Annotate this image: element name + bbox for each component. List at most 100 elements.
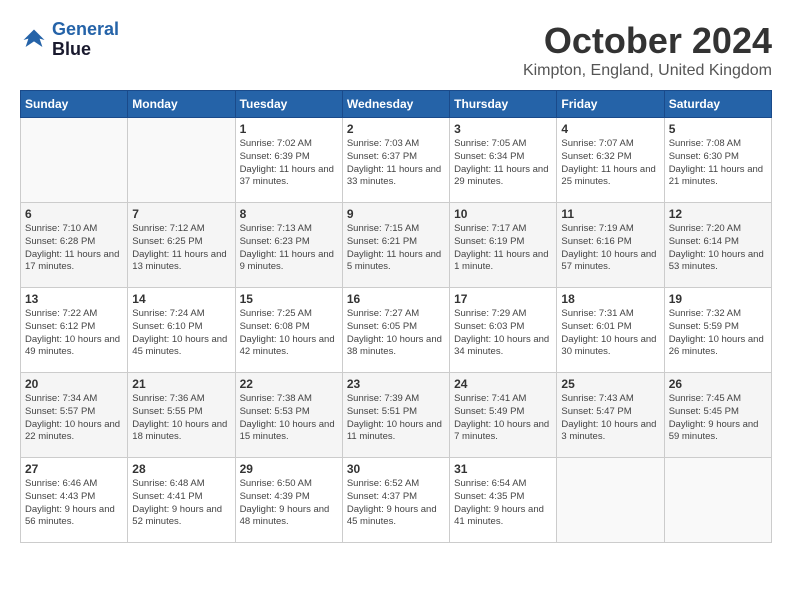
day-info: Sunrise: 7:27 AM Sunset: 6:05 PM Dayligh… bbox=[347, 308, 445, 359]
day-info: Sunrise: 6:52 AM Sunset: 4:37 PM Dayligh… bbox=[347, 478, 445, 529]
day-info: Sunrise: 7:15 AM Sunset: 6:21 PM Dayligh… bbox=[347, 223, 445, 274]
calendar-cell: 17Sunrise: 7:29 AM Sunset: 6:03 PM Dayli… bbox=[450, 288, 557, 373]
day-info: Sunrise: 7:17 AM Sunset: 6:19 PM Dayligh… bbox=[454, 223, 552, 274]
calendar-cell bbox=[557, 458, 664, 543]
day-number: 26 bbox=[669, 377, 767, 391]
calendar-cell: 21 Sunrise: 7:36 AM Sunset: 5:55 PM Dayli… bbox=[128, 373, 235, 458]
day-number: 23 bbox=[347, 377, 445, 391]
day-number: 21 bbox=[132, 377, 230, 391]
day-number: 4 bbox=[561, 122, 659, 136]
day-number: 29 bbox=[240, 462, 338, 476]
calendar-cell: 11Sunrise: 7:19 AM Sunset: 6:16 PM Dayli… bbox=[557, 203, 664, 288]
calendar-cell: 30 Sunrise: 6:52 AM Sunset: 4:37 PM Dayli… bbox=[342, 458, 449, 543]
calendar-cell: 26Sunrise: 7:45 AM Sunset: 5:45 PM Dayli… bbox=[664, 373, 771, 458]
calendar-cell bbox=[664, 458, 771, 543]
calendar-cell: 20 Sunrise: 7:34 AM Sunset: 5:57 PM Dayli… bbox=[21, 373, 128, 458]
day-info: Sunrise: 7:13 AM Sunset: 6:23 PM Dayligh… bbox=[240, 223, 338, 274]
calendar-week-row: 1 Sunrise: 7:02 AM Sunset: 6:39 PM Daylig… bbox=[21, 118, 772, 203]
day-number: 20 bbox=[25, 377, 123, 391]
calendar-cell: 23 Sunrise: 7:39 AM Sunset: 5:51 PM Dayli… bbox=[342, 373, 449, 458]
day-number: 16 bbox=[347, 292, 445, 306]
calendar-cell: 6Sunrise: 7:10 AM Sunset: 6:28 PM Daylig… bbox=[21, 203, 128, 288]
page-header: General Blue October 2024 Kimpton, Engla… bbox=[20, 20, 772, 80]
day-info: Sunrise: 7:24 AM Sunset: 6:10 PM Dayligh… bbox=[132, 308, 230, 359]
month-title: October 2024 bbox=[523, 20, 772, 62]
calendar-cell: 28 Sunrise: 6:48 AM Sunset: 4:41 PM Dayli… bbox=[128, 458, 235, 543]
day-number: 14 bbox=[132, 292, 230, 306]
calendar-cell: 14 Sunrise: 7:24 AM Sunset: 6:10 PM Dayli… bbox=[128, 288, 235, 373]
day-header: Thursday bbox=[450, 91, 557, 118]
calendar-week-row: 27Sunrise: 6:46 AM Sunset: 4:43 PM Dayli… bbox=[21, 458, 772, 543]
calendar-cell: 5 Sunrise: 7:08 AM Sunset: 6:30 PM Daylig… bbox=[664, 118, 771, 203]
calendar-cell: 3Sunrise: 7:05 AM Sunset: 6:34 PM Daylig… bbox=[450, 118, 557, 203]
day-info: Sunrise: 7:03 AM Sunset: 6:37 PM Dayligh… bbox=[347, 138, 445, 189]
calendar-cell: 27Sunrise: 6:46 AM Sunset: 4:43 PM Dayli… bbox=[21, 458, 128, 543]
day-info: Sunrise: 7:02 AM Sunset: 6:39 PM Dayligh… bbox=[240, 138, 338, 189]
calendar-cell: 25 Sunrise: 7:43 AM Sunset: 5:47 PM Dayli… bbox=[557, 373, 664, 458]
day-number: 30 bbox=[347, 462, 445, 476]
logo-text: General Blue bbox=[52, 20, 119, 60]
calendar-cell: 9 Sunrise: 7:15 AM Sunset: 6:21 PM Daylig… bbox=[342, 203, 449, 288]
day-info: Sunrise: 6:48 AM Sunset: 4:41 PM Dayligh… bbox=[132, 478, 230, 529]
calendar-cell: 13Sunrise: 7:22 AM Sunset: 6:12 PM Dayli… bbox=[21, 288, 128, 373]
day-number: 28 bbox=[132, 462, 230, 476]
day-info: Sunrise: 7:25 AM Sunset: 6:08 PM Dayligh… bbox=[240, 308, 338, 359]
day-info: Sunrise: 7:10 AM Sunset: 6:28 PM Dayligh… bbox=[25, 223, 123, 274]
logo: General Blue bbox=[20, 20, 119, 60]
day-header: Tuesday bbox=[235, 91, 342, 118]
day-number: 9 bbox=[347, 207, 445, 221]
calendar-week-row: 13Sunrise: 7:22 AM Sunset: 6:12 PM Dayli… bbox=[21, 288, 772, 373]
calendar-cell: 12 Sunrise: 7:20 AM Sunset: 6:14 PM Dayli… bbox=[664, 203, 771, 288]
day-info: Sunrise: 7:08 AM Sunset: 6:30 PM Dayligh… bbox=[669, 138, 767, 189]
calendar-table: SundayMondayTuesdayWednesdayThursdayFrid… bbox=[20, 90, 772, 543]
day-info: Sunrise: 7:34 AM Sunset: 5:57 PM Dayligh… bbox=[25, 393, 123, 444]
day-number: 31 bbox=[454, 462, 552, 476]
day-info: Sunrise: 7:07 AM Sunset: 6:32 PM Dayligh… bbox=[561, 138, 659, 189]
day-number: 8 bbox=[240, 207, 338, 221]
day-info: Sunrise: 7:05 AM Sunset: 6:34 PM Dayligh… bbox=[454, 138, 552, 189]
day-number: 5 bbox=[669, 122, 767, 136]
day-info: Sunrise: 7:20 AM Sunset: 6:14 PM Dayligh… bbox=[669, 223, 767, 274]
day-number: 12 bbox=[669, 207, 767, 221]
day-number: 1 bbox=[240, 122, 338, 136]
calendar-cell: 1 Sunrise: 7:02 AM Sunset: 6:39 PM Daylig… bbox=[235, 118, 342, 203]
day-header: Wednesday bbox=[342, 91, 449, 118]
day-number: 11 bbox=[561, 207, 659, 221]
calendar-cell: 15 Sunrise: 7:25 AM Sunset: 6:08 PM Dayli… bbox=[235, 288, 342, 373]
calendar-header-row: SundayMondayTuesdayWednesdayThursdayFrid… bbox=[21, 91, 772, 118]
day-header: Saturday bbox=[664, 91, 771, 118]
calendar-cell: 29 Sunrise: 6:50 AM Sunset: 4:39 PM Dayli… bbox=[235, 458, 342, 543]
day-number: 22 bbox=[240, 377, 338, 391]
calendar-cell: 10 Sunrise: 7:17 AM Sunset: 6:19 PM Dayli… bbox=[450, 203, 557, 288]
day-number: 27 bbox=[25, 462, 123, 476]
day-info: Sunrise: 7:36 AM Sunset: 5:55 PM Dayligh… bbox=[132, 393, 230, 444]
day-info: Sunrise: 7:38 AM Sunset: 5:53 PM Dayligh… bbox=[240, 393, 338, 444]
calendar-cell: 22 Sunrise: 7:38 AM Sunset: 5:53 PM Dayli… bbox=[235, 373, 342, 458]
day-info: Sunrise: 6:50 AM Sunset: 4:39 PM Dayligh… bbox=[240, 478, 338, 529]
day-info: Sunrise: 7:32 AM Sunset: 5:59 PM Dayligh… bbox=[669, 308, 767, 359]
day-info: Sunrise: 7:31 AM Sunset: 6:01 PM Dayligh… bbox=[561, 308, 659, 359]
day-number: 25 bbox=[561, 377, 659, 391]
day-number: 24 bbox=[454, 377, 552, 391]
calendar-cell: 7Sunrise: 7:12 AM Sunset: 6:25 PM Daylig… bbox=[128, 203, 235, 288]
day-header: Sunday bbox=[21, 91, 128, 118]
title-block: October 2024 Kimpton, England, United Ki… bbox=[523, 20, 772, 80]
day-info: Sunrise: 7:29 AM Sunset: 6:03 PM Dayligh… bbox=[454, 308, 552, 359]
day-number: 2 bbox=[347, 122, 445, 136]
day-header: Monday bbox=[128, 91, 235, 118]
calendar-cell bbox=[128, 118, 235, 203]
day-info: Sunrise: 7:43 AM Sunset: 5:47 PM Dayligh… bbox=[561, 393, 659, 444]
day-number: 13 bbox=[25, 292, 123, 306]
day-number: 10 bbox=[454, 207, 552, 221]
calendar-cell: 18Sunrise: 7:31 AM Sunset: 6:01 PM Dayli… bbox=[557, 288, 664, 373]
calendar-cell bbox=[21, 118, 128, 203]
day-number: 7 bbox=[132, 207, 230, 221]
day-info: Sunrise: 6:54 AM Sunset: 4:35 PM Dayligh… bbox=[454, 478, 552, 529]
calendar-cell: 2 Sunrise: 7:03 AM Sunset: 6:37 PM Daylig… bbox=[342, 118, 449, 203]
day-number: 15 bbox=[240, 292, 338, 306]
day-info: Sunrise: 7:39 AM Sunset: 5:51 PM Dayligh… bbox=[347, 393, 445, 444]
location: Kimpton, England, United Kingdom bbox=[523, 62, 772, 80]
calendar-cell: 16 Sunrise: 7:27 AM Sunset: 6:05 PM Dayli… bbox=[342, 288, 449, 373]
calendar-cell: 8 Sunrise: 7:13 AM Sunset: 6:23 PM Daylig… bbox=[235, 203, 342, 288]
calendar-cell: 19Sunrise: 7:32 AM Sunset: 5:59 PM Dayli… bbox=[664, 288, 771, 373]
